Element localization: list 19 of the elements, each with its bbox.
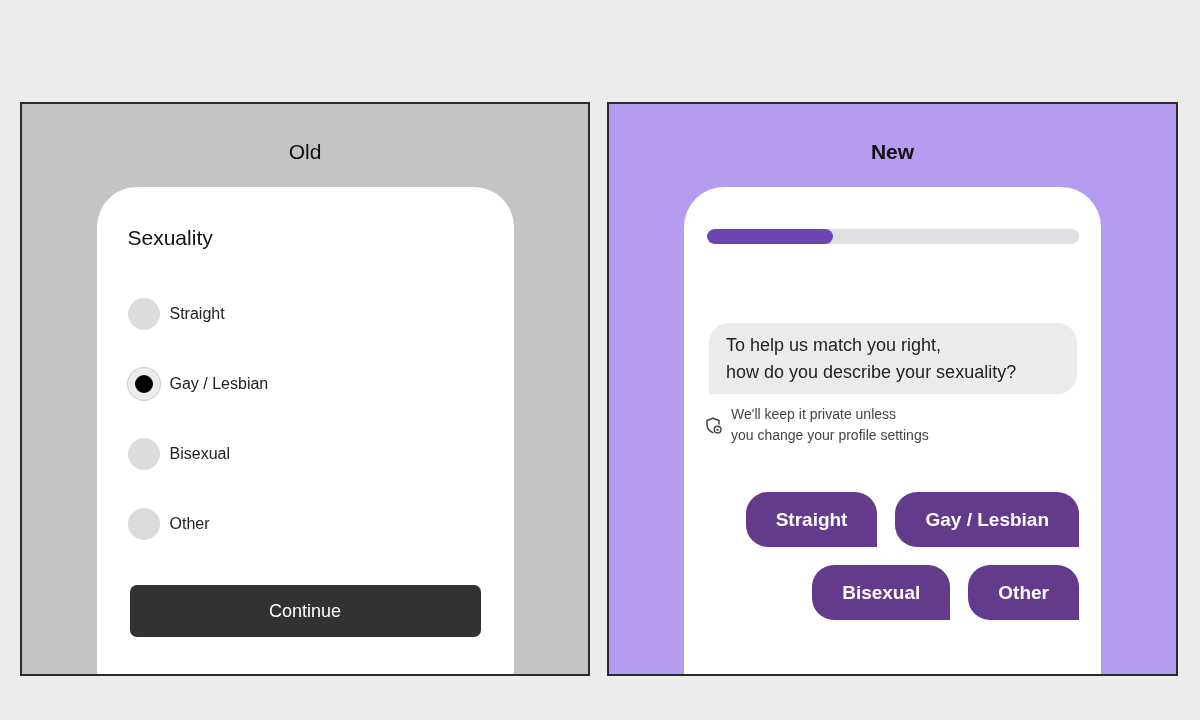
radio-button[interactable] [127, 438, 160, 470]
answer-button[interactable]: Bisexual [812, 565, 951, 620]
question-bubble: To help us match you right, how do you describe your sexuality? [709, 323, 1077, 394]
answer-button[interactable]: Gay / Lesbian [895, 492, 1079, 547]
continue-button[interactable]: Continue [129, 585, 481, 637]
radio-button[interactable] [127, 368, 160, 400]
question-heading: Sexuality [127, 225, 214, 251]
option-label: Straight [169, 305, 225, 323]
option-label: Bisexual [169, 445, 230, 463]
answer-button[interactable]: Straight [745, 492, 878, 547]
option-label: Other [169, 515, 210, 533]
option-label: Gay / Lesbian [169, 375, 269, 393]
shield-lock-icon [705, 416, 722, 434]
answer-button[interactable]: Other [968, 565, 1079, 620]
privacy-note: We'll keep it private unless you change your profile settings [731, 405, 929, 445]
panel-title: Old [288, 139, 322, 165]
radio-button[interactable] [127, 508, 160, 540]
radio-button[interactable] [127, 298, 160, 330]
panel-title: New [870, 139, 915, 165]
